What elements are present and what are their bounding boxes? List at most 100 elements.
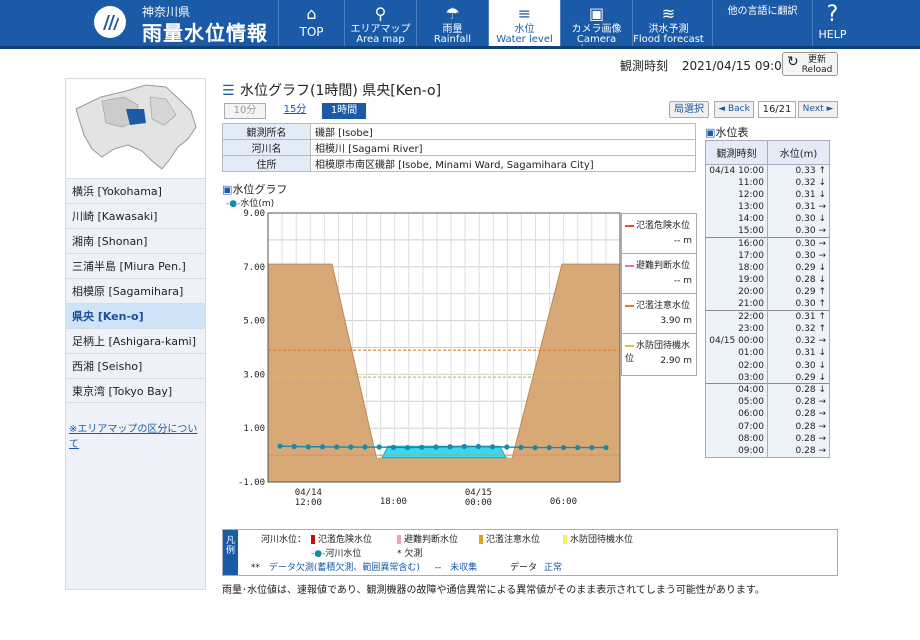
row-level: 0.29 ↓ [767,262,830,275]
data-point [461,443,467,450]
row-time: 16:00 [705,237,768,250]
graph-title: ▣水位グラフ [222,183,288,196]
col-time-header: 観測時刻 [705,140,768,165]
data-point [603,444,609,451]
table-row: 22:00 0.31 ↑ [705,310,830,323]
row-time: 17:00 [705,249,768,262]
nav-camera-image[interactable]: ▣ カメラ画像 Camera image [560,0,632,55]
river-cross-section [267,263,621,483]
station-info-row: 河川名 相模川 [Sagami River] [222,139,696,156]
prefecture-emblem-icon [103,15,119,30]
y-tick-label: 5.00 [243,317,265,327]
x-tick-time: 00:00 [465,498,492,508]
row-time: 15:00 [705,225,768,238]
legend-item-missing: * 欠測 [397,549,423,559]
help-button[interactable]: ? HELP [812,0,852,46]
sidebar-item-yokohama[interactable]: 横浜 [Yokohama] [66,178,205,203]
table-row: 14:00 0.30 ↓ [705,213,830,226]
legend-item-caution: 氾濫注意水位 [479,532,540,545]
page-indicator: 16/21 [758,101,796,118]
data-point [319,444,326,450]
sidebar-item-shonan[interactable]: 湘南 [Shonan] [66,228,205,253]
row-time: 18:00 [705,262,768,275]
tab-10min[interactable]: 10分 [224,103,266,119]
caution-line-swatch [625,304,634,307]
table-row: 18:00 0.29 ↓ [705,262,830,275]
graph-list-icon: ☰ [222,83,235,99]
observation-time: 観測時刻 2021/04/15 09:00 [620,57,799,74]
observation-time-label: 観測時刻 [620,59,669,73]
sidebar-item-miura[interactable]: 三浦半島 [Miura Pen.] [66,253,205,278]
table-row: 12:00 0.31 ↓ [705,188,830,202]
row-level: 0.30 → [767,237,830,250]
sidebar-item-kawasaki[interactable]: 川崎 [Kawasaki] [66,203,205,228]
table-row: 17:00 0.30 → [705,249,830,262]
legend-row3: ** データ欠測(蓄積欠測、範囲異常含む) -- 未収集 データ 正常 [251,563,562,573]
data-point [362,444,368,450]
table-row: 07:00 0.28 → [705,420,830,433]
reload-icon: ↻ [787,54,799,70]
nav-rainfall[interactable]: ☂ 雨量 Rainfall [416,0,488,46]
threshold-evacuation: 避難判断水位 -- m [622,254,696,294]
translate-link[interactable]: 他の言語に翻訳 [712,0,812,46]
kanagawa-map-icon [75,84,197,170]
x-tick-date: 04/15 [465,488,492,498]
standby-line-swatch [625,344,634,347]
legend-swatch [311,535,315,544]
area-map-info-link[interactable]: ※エリアマップの区分について [69,420,205,450]
y-tick-label: 7.00 [243,263,265,273]
row-time: 03:00 [705,371,768,384]
sidebar-item-tokyo-bay[interactable]: 東京湾 [Tokyo Bay] [66,378,205,403]
sidebar-item-ashigara-kami[interactable]: 足柄上 [Ashigara-kami] [66,328,205,353]
area-map-thumbnail[interactable] [66,79,205,178]
disclaimer-text: 雨量･水位値は、速報値であり、観測機器の故障や通信異常による異常値がそのまま表示… [222,585,765,596]
data-point [277,443,283,449]
square-bullet-icon: ▣ [222,183,233,196]
page-title: ☰ 水位グラフ(1時間) 県央[Ken-o] [222,83,442,99]
row-time: 09:00 [705,444,768,458]
table-row: 03:00 0.29 ↓ [705,371,830,384]
sidebar-item-seisho[interactable]: 西湘 [Seisho] [66,353,205,378]
row-level: 0.31 → [767,201,830,214]
nav-flood-forecast[interactable]: ≋ 洪水予測 Flood forecast [632,0,704,46]
site-title[interactable]: 雨量水位情報 [142,17,268,46]
station-select-button[interactable]: 局選択 [669,101,709,118]
sidebar-item-sagamihara[interactable]: 相模原 [Sagamihara] [66,278,205,303]
row-time: 04/15 00:00 [705,335,768,348]
tab-15min[interactable]: 15分 [274,103,316,119]
sidebar-item-ken-o[interactable]: 県央 [Ken-o] [66,303,205,328]
legend-swatch [479,535,483,544]
data-point [376,444,382,450]
table-row: 06:00 0.28 → [705,408,830,421]
question-icon: ? [826,2,839,27]
back-button[interactable]: ◄ Back [714,101,754,118]
row-time: 21:00 [705,298,768,311]
legend-item-evacuation: 避難判断水位 [397,532,458,545]
tab-1hour[interactable]: 1時間 [322,103,366,119]
row-level: 0.28 → [767,396,830,409]
row-time: 13:00 [705,201,768,214]
row-level: 0.31 ↓ [767,188,830,202]
water-level-icon: ≡ [517,4,532,23]
row-level: 0.32 ↑ [767,322,830,336]
nav-area-map[interactable]: ⚲ エリアマップ Area map [344,0,416,46]
station-info-row: 観測所名 磯部 [Isobe] [222,123,696,140]
nav-water-level[interactable]: ≡ 水位 Water level [488,0,560,46]
data-point [575,444,581,451]
row-time: 04:00 [705,383,768,397]
data-point [334,444,340,450]
map-pin-icon: ⚲ [374,4,387,23]
x-tick-label: 18:00 [380,497,407,507]
data-point [404,444,411,451]
table-row: 02:00 0.30 ↓ [705,359,830,372]
home-icon: ⌂ [306,4,317,23]
nav-top[interactable]: ⌂ TOP [278,0,344,46]
river-bed [268,457,620,482]
row-level: 0.30 ↓ [767,213,830,226]
threshold-standby: 水防団待機水位 2.90 m [625,341,692,366]
row-level: 0.32 ↓ [767,176,830,189]
data-point [560,444,567,451]
next-button[interactable]: Next ► [798,101,838,118]
prefecture-logo[interactable] [94,6,126,38]
reload-button[interactable]: ↻ 更新 Reload [782,52,838,76]
